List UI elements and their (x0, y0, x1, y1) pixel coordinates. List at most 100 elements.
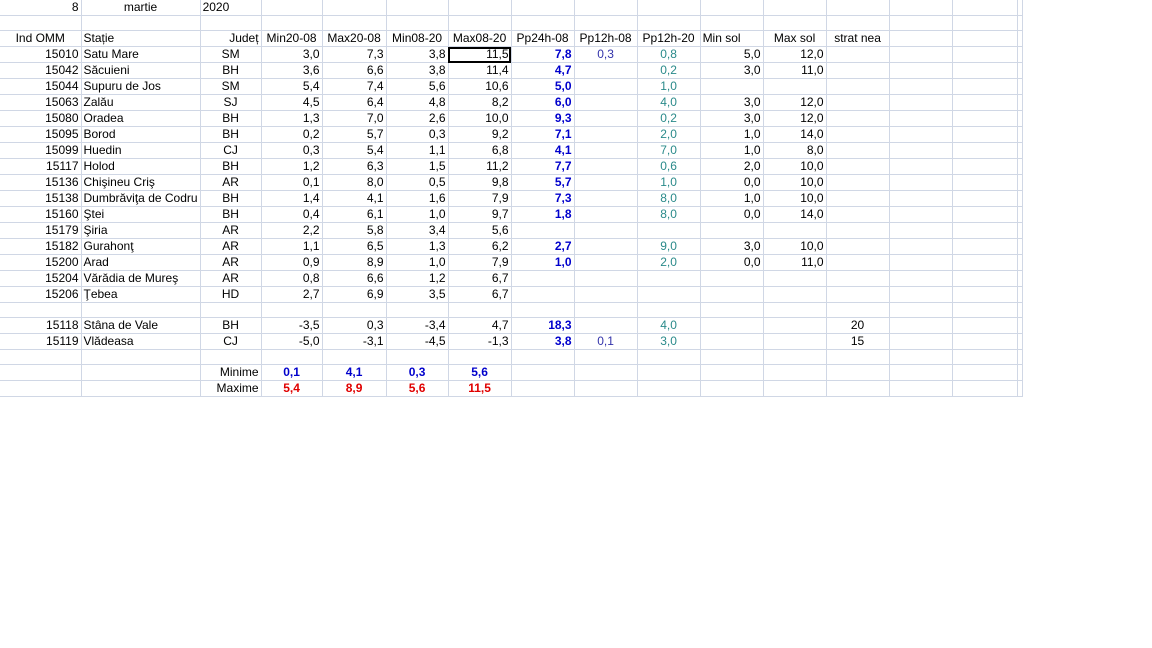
cell[interactable] (889, 46, 953, 63)
cell[interactable] (637, 286, 701, 303)
cell[interactable]: 6,0 (511, 94, 575, 111)
cell[interactable] (637, 349, 701, 365)
cell[interactable]: 1,1 (386, 142, 449, 159)
cell[interactable]: 0,3 (574, 46, 638, 63)
cell[interactable]: 1,0 (700, 126, 764, 143)
cell[interactable]: 11,0 (763, 62, 827, 79)
column-header[interactable]: Min20-08 (261, 30, 323, 47)
cell[interactable] (637, 302, 701, 318)
cell[interactable] (952, 30, 1018, 47)
station-name[interactable]: Arad (81, 254, 201, 271)
station-id[interactable]: 15138 (0, 190, 82, 207)
cell[interactable] (952, 302, 1018, 318)
cell[interactable] (700, 0, 764, 16)
cell[interactable]: 3,8 (386, 62, 449, 79)
spreadsheet[interactable]: 8 martie 2020 Ind OMM Stație Județ Min20-08 Max… (0, 0, 1023, 397)
cell[interactable] (448, 302, 512, 318)
station-id[interactable]: 15179 (0, 222, 82, 239)
station-id[interactable]: 15042 (0, 62, 82, 79)
cell[interactable]: 0,2 (261, 126, 323, 143)
cell[interactable] (952, 317, 1018, 334)
cell[interactable] (0, 380, 82, 397)
cell[interactable] (826, 158, 890, 175)
column-header[interactable]: Pp24h-08 (511, 30, 575, 47)
cell[interactable]: 10,0 (763, 238, 827, 255)
cell[interactable]: 12,0 (763, 110, 827, 127)
max-value[interactable]: 8,9 (322, 380, 387, 397)
cell[interactable] (889, 30, 953, 47)
cell[interactable]: 20 (826, 317, 890, 334)
cell[interactable] (511, 0, 575, 16)
cell[interactable] (81, 380, 201, 397)
cell[interactable] (889, 206, 953, 223)
cell[interactable] (889, 0, 953, 16)
cell[interactable]: 5,4 (261, 78, 323, 95)
cell[interactable] (574, 190, 638, 207)
cell[interactable] (1017, 206, 1023, 223)
station-id[interactable]: 15119 (0, 333, 82, 350)
cell[interactable] (952, 254, 1018, 271)
cell[interactable] (700, 270, 764, 287)
cell[interactable]: 2,7 (511, 238, 575, 255)
cell[interactable] (889, 78, 953, 95)
cell[interactable]: 1,4 (261, 190, 323, 207)
station-name[interactable]: Vărădia de Mureş (81, 270, 201, 287)
cell[interactable] (826, 142, 890, 159)
cell[interactable]: 12,0 (763, 94, 827, 111)
station-id[interactable]: 15044 (0, 78, 82, 95)
cell[interactable]: 2,6 (386, 110, 449, 127)
station-name[interactable]: Vlădeasa (81, 333, 201, 350)
cell[interactable]: 2,7 (261, 286, 323, 303)
cell[interactable] (574, 380, 638, 397)
cell[interactable]: 0,0 (700, 254, 764, 271)
cell[interactable]: 10,0 (763, 158, 827, 175)
cell[interactable] (889, 15, 953, 31)
cell[interactable] (826, 46, 890, 63)
cell[interactable]: 14,0 (763, 206, 827, 223)
cell[interactable]: -4,5 (386, 333, 449, 350)
cell[interactable] (763, 349, 827, 365)
cell[interactable]: 3,8 (511, 333, 575, 350)
min-value[interactable]: 0,3 (386, 364, 449, 381)
cell[interactable]: 10,6 (448, 78, 512, 95)
cell[interactable] (0, 15, 82, 31)
cell[interactable]: 3,0 (700, 94, 764, 111)
cell[interactable] (952, 158, 1018, 175)
cell[interactable] (952, 238, 1018, 255)
cell[interactable] (81, 349, 201, 365)
station-name[interactable]: Şiria (81, 222, 201, 239)
cell[interactable] (1017, 286, 1023, 303)
max-value[interactable]: 11,5 (448, 380, 512, 397)
cell[interactable]: 9,3 (511, 110, 575, 127)
cell[interactable]: 5,7 (322, 126, 387, 143)
cell[interactable]: 9,7 (448, 206, 512, 223)
cell[interactable]: AR (200, 270, 262, 287)
cell[interactable] (700, 15, 764, 31)
cell[interactable]: 1,1 (261, 238, 323, 255)
station-name[interactable]: Stâna de Vale (81, 317, 201, 334)
cell[interactable] (1017, 142, 1023, 159)
cell[interactable] (574, 206, 638, 223)
date-day[interactable]: 8 (0, 0, 82, 16)
cell[interactable] (700, 222, 764, 239)
cell[interactable]: 0,2 (637, 62, 701, 79)
cell[interactable]: 1,3 (261, 110, 323, 127)
cell[interactable]: 9,2 (448, 126, 512, 143)
column-header[interactable]: Pp12h-08 (574, 30, 638, 47)
station-id[interactable]: 15160 (0, 206, 82, 223)
cell[interactable] (574, 302, 638, 318)
cell[interactable] (952, 94, 1018, 111)
station-name[interactable]: Oradea (81, 110, 201, 127)
cell[interactable]: 0,8 (637, 46, 701, 63)
cell[interactable]: 1,2 (386, 270, 449, 287)
cell[interactable] (261, 0, 323, 16)
station-name[interactable]: Dumbrăviţa de Codru (81, 190, 201, 207)
cell[interactable] (763, 364, 827, 381)
cell[interactable] (889, 317, 953, 334)
cell[interactable]: 6,5 (322, 238, 387, 255)
cell[interactable]: 6,7 (448, 286, 512, 303)
cell[interactable] (889, 110, 953, 127)
cell[interactable] (511, 222, 575, 239)
cell[interactable] (1017, 174, 1023, 191)
cell[interactable] (952, 15, 1018, 31)
